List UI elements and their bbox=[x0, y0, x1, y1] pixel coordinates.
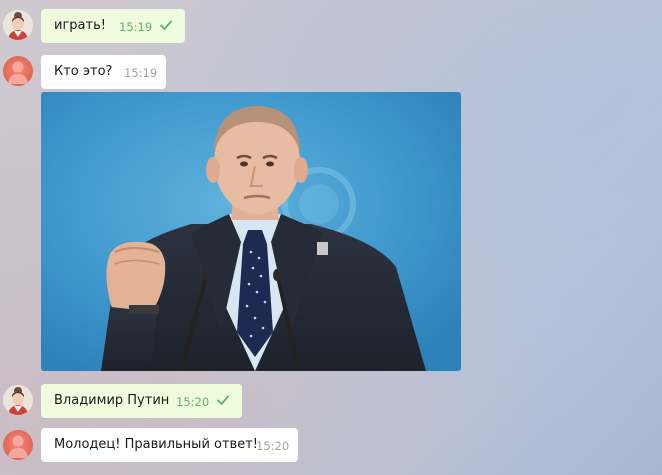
message-text: Молодец! Правильный ответ! bbox=[54, 437, 259, 452]
message-time: 15:20 bbox=[176, 395, 210, 409]
message-text: Кто это? bbox=[54, 64, 113, 79]
message-text: играть! bbox=[54, 18, 106, 33]
message-bubble-incoming[interactable]: Кто это? 15:19 bbox=[41, 55, 166, 89]
message-time: 15:19 bbox=[119, 20, 153, 34]
bot-avatar[interactable] bbox=[3, 430, 33, 460]
message-bubble-outgoing[interactable]: играть! 15:19 bbox=[41, 9, 185, 43]
photo-image bbox=[41, 92, 461, 371]
check-icon bbox=[217, 395, 229, 405]
message-time: 15:19 bbox=[124, 66, 158, 80]
check-icon bbox=[160, 20, 172, 30]
message-bubble-outgoing[interactable]: Владимир Путин 15:20 bbox=[41, 384, 242, 418]
bot-avatar[interactable] bbox=[3, 56, 33, 86]
user-avatar[interactable] bbox=[3, 10, 33, 40]
message-photo[interactable] bbox=[41, 92, 461, 371]
message-text: Владимир Путин bbox=[54, 393, 170, 408]
message-bubble-incoming[interactable]: Молодец! Правильный ответ! 15:20 bbox=[41, 428, 298, 462]
message-time: 15:20 bbox=[256, 439, 290, 453]
user-avatar[interactable] bbox=[3, 385, 33, 415]
